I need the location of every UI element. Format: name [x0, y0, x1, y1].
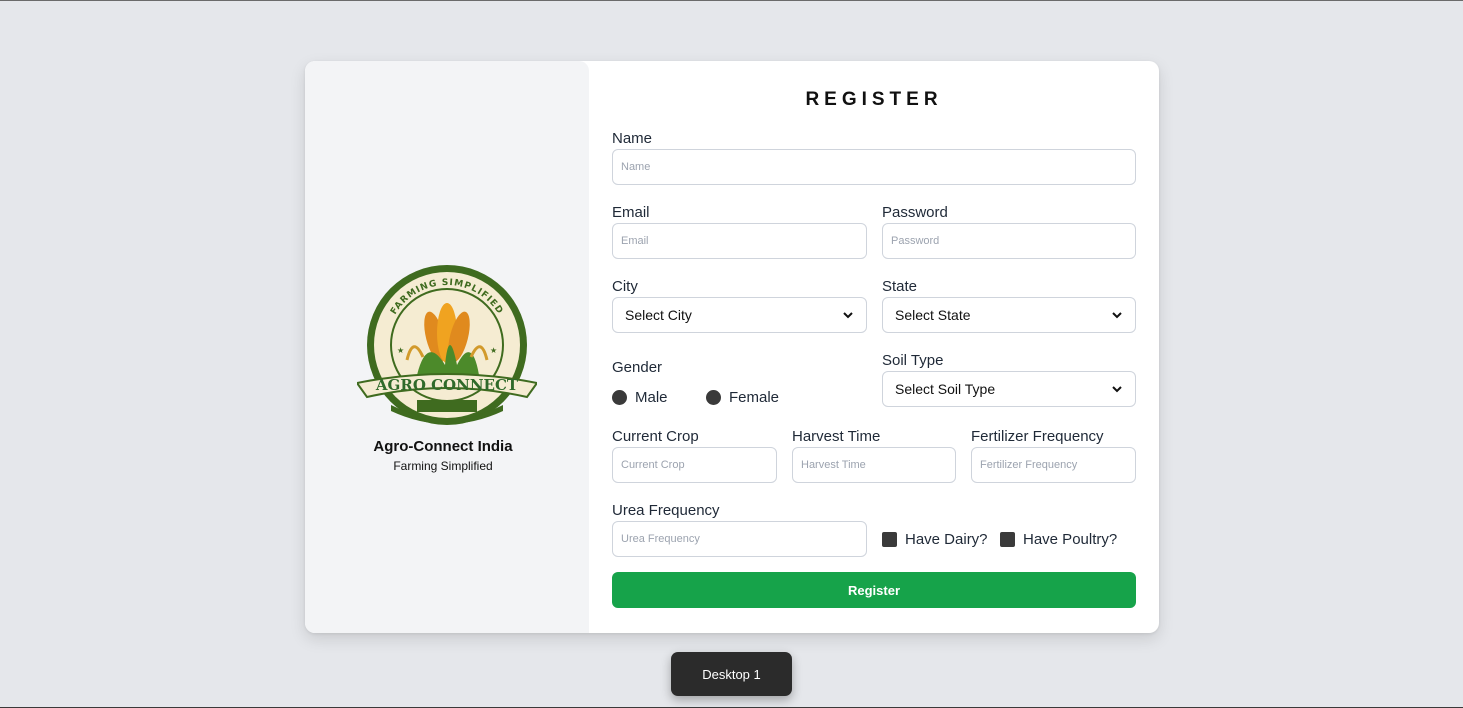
- name-label: Name: [612, 130, 653, 147]
- register-form: REGISTER Name Email Password City Select…: [305, 61, 1159, 633]
- gender-radio-female[interactable]: Female: [706, 389, 779, 406]
- harvest-time-label: Harvest Time: [792, 428, 881, 445]
- gender-option-label: Male: [635, 389, 668, 406]
- current-crop-label: Current Crop: [612, 428, 699, 445]
- radio-icon[interactable]: [706, 390, 721, 405]
- urea-frequency-input[interactable]: [612, 521, 867, 557]
- password-label: Password: [882, 204, 948, 221]
- fertilizer-frequency-input[interactable]: [971, 447, 1136, 483]
- city-select-value: Select City: [625, 307, 692, 323]
- chevron-down-icon: [1112, 312, 1122, 319]
- email-label: Email: [612, 204, 650, 221]
- harvest-time-input[interactable]: [792, 447, 956, 483]
- soil-type-label: Soil Type: [882, 352, 944, 369]
- desktop-tooltip: Desktop 1: [671, 652, 792, 696]
- password-input[interactable]: [882, 223, 1136, 259]
- state-select[interactable]: Select State: [882, 297, 1136, 333]
- state-label: State: [882, 278, 918, 295]
- have-dairy-checkbox[interactable]: Have Dairy?: [882, 531, 988, 548]
- name-input[interactable]: [612, 149, 1136, 185]
- have-poultry-label: Have Poultry?: [1023, 531, 1118, 548]
- have-dairy-label: Have Dairy?: [905, 531, 988, 548]
- chevron-down-icon: [1112, 386, 1122, 393]
- city-select[interactable]: Select City: [612, 297, 867, 333]
- radio-icon[interactable]: [612, 390, 627, 405]
- checkbox-icon[interactable]: [1000, 532, 1015, 547]
- fertilizer-frequency-label: Fertilizer Frequency: [971, 428, 1104, 445]
- soil-type-select-value: Select Soil Type: [895, 381, 996, 397]
- have-poultry-checkbox[interactable]: Have Poultry?: [1000, 531, 1117, 548]
- urea-frequency-label: Urea Frequency: [612, 502, 720, 519]
- gender-radio-male[interactable]: Male: [612, 389, 668, 406]
- register-button[interactable]: Register: [612, 572, 1136, 608]
- checkbox-icon[interactable]: [882, 532, 897, 547]
- city-label: City: [612, 278, 638, 295]
- form-title: REGISTER: [805, 89, 943, 110]
- state-select-value: Select State: [895, 307, 971, 323]
- current-crop-input[interactable]: [612, 447, 777, 483]
- register-card: FARMING SIMPLIFIED ★ ★ AGRO CONNECT Agro…: [305, 61, 1159, 633]
- chevron-down-icon: [843, 312, 853, 319]
- email-input[interactable]: [612, 223, 867, 259]
- soil-type-select[interactable]: Select Soil Type: [882, 371, 1136, 407]
- gender-label: Gender: [612, 359, 663, 376]
- gender-option-label: Female: [729, 389, 780, 406]
